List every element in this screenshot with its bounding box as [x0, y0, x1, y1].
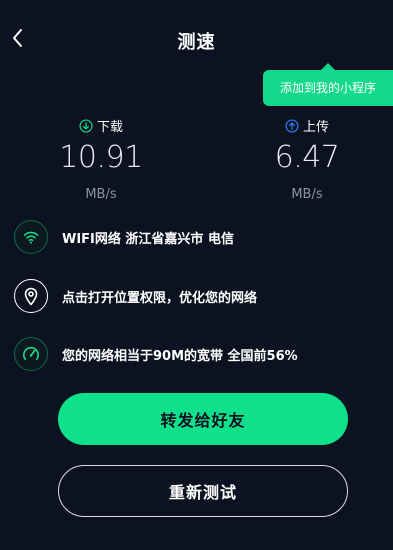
- location-icon-badge: [14, 279, 48, 313]
- share-to-friend-button[interactable]: 转发给好友: [58, 393, 348, 445]
- upload-unit: MB/s: [291, 187, 323, 202]
- wifi-icon: [23, 231, 39, 244]
- upload-speed-panel: 上传 6.47 MB/s: [237, 116, 377, 202]
- network-info-row: WIFI网络 浙江省嘉兴市 电信: [14, 218, 379, 256]
- add-to-mini-program-button[interactable]: 添加到我的小程序: [263, 63, 393, 106]
- upload-header: 上传: [237, 116, 377, 135]
- retest-button[interactable]: 重新测试: [58, 465, 348, 517]
- location-permission-row[interactable]: 点击打开位置权限，优化您的网络: [14, 277, 379, 315]
- download-speed-panel: 下载 10.91 MB/s: [31, 116, 171, 202]
- page-title: 测速: [177, 32, 216, 53]
- speedometer-icon-badge: [14, 337, 48, 371]
- download-label: 下载: [96, 120, 123, 135]
- upload-label: 上传: [302, 120, 329, 135]
- location-permission-text: 点击打开位置权限，优化您的网络: [62, 290, 258, 306]
- network-info-text: WIFI网络 浙江省嘉兴市 电信: [62, 231, 234, 247]
- location-pin-icon: [24, 287, 38, 306]
- bandwidth-info-text: 您的网络相当于90M的宽带 全国前56%: [62, 348, 298, 364]
- speedometer-icon: [23, 347, 39, 360]
- download-value: 10.91: [59, 140, 143, 175]
- bandwidth-info-row: 您的网络相当于90M的宽带 全国前56%: [14, 335, 379, 373]
- download-unit: MB/s: [85, 187, 117, 202]
- speed-test-page: 测速 添加到我的小程序 下载 10.91 MB/s 上传 6.47 MB/s W…: [0, 0, 393, 550]
- upload-value: 6.47: [274, 140, 340, 175]
- arrow-up-circle-icon: [285, 118, 299, 133]
- arrow-down-circle-icon: [79, 118, 93, 133]
- wifi-icon-badge: [14, 220, 48, 254]
- download-header: 下载: [31, 116, 171, 135]
